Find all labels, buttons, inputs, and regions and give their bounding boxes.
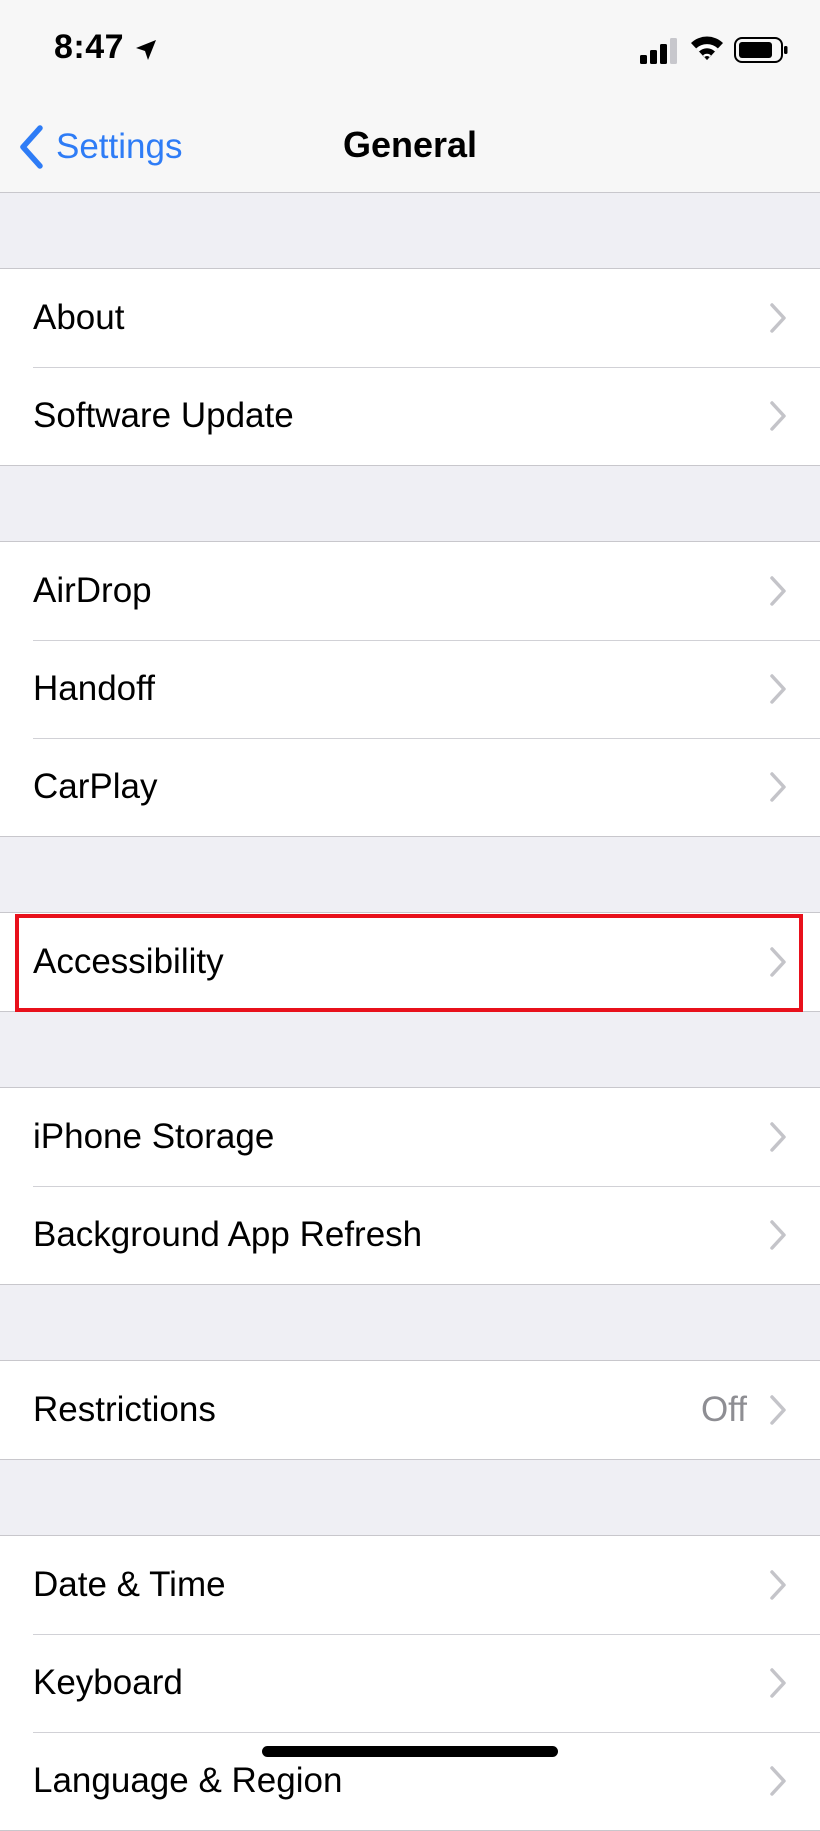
- settings-group: iPhone Storage Background App Refresh: [0, 1087, 820, 1285]
- row-iphone-storage[interactable]: iPhone Storage: [0, 1088, 820, 1186]
- section-spacer: [0, 193, 820, 268]
- settings-group: AirDrop Handoff CarPlay: [0, 541, 820, 837]
- battery-icon: [734, 37, 788, 63]
- location-arrow-icon: [136, 40, 156, 60]
- row-background-app-refresh[interactable]: Background App Refresh: [0, 1186, 820, 1284]
- chevron-right-icon: [770, 576, 786, 606]
- signal-icon: [640, 38, 677, 64]
- row-label: About: [33, 298, 125, 337]
- wifi-icon: [691, 36, 723, 60]
- row-label: Handoff: [33, 669, 155, 708]
- restrictions-value: Off: [700, 1390, 747, 1429]
- settings-group: Date & Time Keyboard Language & Region: [0, 1535, 820, 1831]
- row-about[interactable]: About: [0, 269, 820, 367]
- section-spacer: [0, 1460, 820, 1535]
- settings-group: Restrictions Off: [0, 1360, 820, 1460]
- chevron-right-icon: [770, 401, 786, 431]
- row-label: Date & Time: [33, 1565, 226, 1604]
- row-label: Restrictions: [33, 1390, 216, 1429]
- row-label: CarPlay: [33, 767, 158, 806]
- row-carplay[interactable]: CarPlay: [0, 738, 820, 836]
- row-accessibility[interactable]: Accessibility: [0, 913, 820, 1011]
- home-indicator[interactable]: [262, 1746, 558, 1757]
- navigation-bar: Settings General: [0, 100, 820, 193]
- section-spacer: [0, 1285, 820, 1360]
- settings-list: About Software Update AirDrop Handoff Ca…: [0, 193, 820, 1831]
- status-time: 8:47: [54, 28, 125, 66]
- chevron-right-icon: [770, 772, 786, 802]
- chevron-right-icon: [770, 1122, 786, 1152]
- chevron-right-icon: [770, 1668, 786, 1698]
- row-label: Background App Refresh: [33, 1215, 423, 1254]
- row-restrictions[interactable]: Restrictions Off: [0, 1361, 820, 1459]
- section-spacer: [0, 1012, 820, 1087]
- row-label: Language & Region: [33, 1761, 343, 1800]
- page-title: General: [342, 124, 478, 165]
- chevron-right-icon: [770, 1766, 786, 1796]
- row-airdrop[interactable]: AirDrop: [0, 542, 820, 640]
- row-label: AirDrop: [33, 571, 152, 610]
- row-label: Keyboard: [33, 1663, 183, 1702]
- chevron-right-icon: [770, 1220, 786, 1250]
- row-keyboard[interactable]: Keyboard: [0, 1634, 820, 1732]
- section-spacer: [0, 466, 820, 541]
- settings-group: About Software Update: [0, 268, 820, 466]
- chevron-right-icon: [770, 674, 786, 704]
- row-label: Accessibility: [33, 942, 224, 981]
- status-bar: 8:47: [0, 0, 820, 100]
- chevron-right-icon: [770, 1570, 786, 1600]
- settings-group: Accessibility: [0, 912, 820, 1012]
- row-handoff[interactable]: Handoff: [0, 640, 820, 738]
- row-date-time[interactable]: Date & Time: [0, 1536, 820, 1634]
- chevron-right-icon: [770, 1395, 786, 1425]
- row-software-update[interactable]: Software Update: [0, 367, 820, 465]
- chevron-right-icon: [770, 303, 786, 333]
- row-label: iPhone Storage: [33, 1117, 275, 1156]
- section-spacer: [0, 837, 820, 912]
- chevron-right-icon: [770, 947, 786, 977]
- row-label: Software Update: [33, 396, 294, 435]
